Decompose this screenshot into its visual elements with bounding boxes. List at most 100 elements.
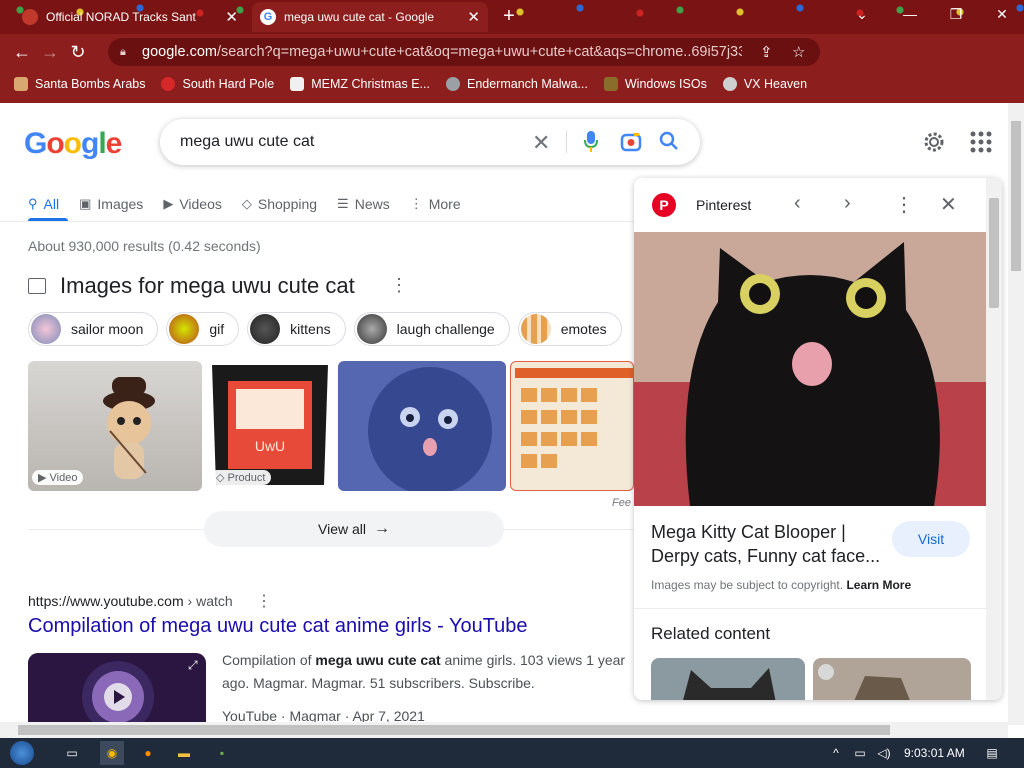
tab-all[interactable]: ⚲ All	[28, 191, 59, 217]
scroll-thumb[interactable]	[989, 198, 999, 308]
bookmark-item[interactable]: Endermanch Malwa...	[445, 77, 588, 91]
bookmark-item[interactable]: Santa Bombs Arabs	[14, 77, 145, 91]
microphone-icon[interactable]	[584, 131, 598, 158]
bookmark-item[interactable]: South Hard Pole	[161, 77, 274, 91]
image-icon	[28, 278, 46, 294]
preview-image[interactable]	[634, 232, 986, 506]
chevron-up-icon[interactable]: ^	[824, 741, 848, 765]
pinterest-icon: P	[652, 193, 676, 217]
divider	[0, 221, 634, 222]
chip-laugh-challenge[interactable]: laugh challenge	[353, 312, 510, 346]
result-title-link[interactable]: Compilation of mega uwu cute cat anime g…	[28, 615, 628, 638]
system-clock[interactable]: 9:03:01 AM	[904, 746, 965, 760]
restore-icon[interactable]: ❐	[942, 6, 970, 23]
bookmark-star-icon[interactable]: ☆	[792, 43, 805, 61]
close-window-icon[interactable]: ✕	[988, 6, 1016, 23]
tab-close-icon[interactable]: ✕	[225, 10, 238, 25]
notifications-icon[interactable]: ▤	[980, 741, 1004, 765]
preview-title-link[interactable]: Mega Kitty Cat Blooper | Derpy cats, Fun…	[651, 520, 887, 568]
task-view-icon[interactable]: ▭	[60, 741, 84, 765]
image-thumbnails: ▶ Video UwU ◇ Product	[28, 361, 634, 491]
tab-search-icon[interactable]: ⌄	[848, 6, 876, 23]
settings-gear-icon[interactable]	[922, 130, 946, 159]
tab-videos[interactable]: ▶︎ Videos	[163, 191, 222, 217]
result-cite[interactable]: https://www.youtube.com › watch	[28, 593, 628, 609]
chrome-icon[interactable]: ◉	[100, 741, 124, 765]
news-icon: ☰	[337, 196, 349, 211]
network-icon[interactable]: ▭	[848, 741, 872, 765]
vx-heaven-icon	[722, 77, 737, 91]
reload-icon[interactable]: ↻	[64, 42, 92, 63]
norad-favicon-icon	[22, 9, 38, 25]
bookmark-item[interactable]: VX Heaven	[722, 77, 807, 91]
chip-thumbnail	[520, 314, 551, 344]
bookmark-item[interactable]: MEMZ Christmas E...	[290, 77, 430, 91]
more-vert-icon[interactable]: ⋮	[256, 591, 272, 611]
share-icon[interactable]: ⇪	[760, 43, 773, 61]
raccoon-icon	[445, 77, 460, 91]
image-result[interactable]	[338, 361, 506, 491]
title-bar: Official NORAD Tracks Santa ✕ G mega uwu…	[0, 0, 1024, 34]
image-result[interactable]: ▶ Video	[28, 361, 202, 491]
chip-gif[interactable]: gif	[166, 312, 240, 346]
address-bar[interactable]: 🔒︎ google.com/search?q=mega+uwu+cute+cat…	[108, 38, 820, 66]
chip-sailor-moon[interactable]: sailor moon	[28, 312, 159, 346]
panel-source[interactable]: Pinterest	[696, 197, 751, 213]
snowflake-icon	[161, 77, 176, 91]
apps-grid-icon[interactable]	[970, 131, 992, 158]
image-result[interactable]	[510, 361, 634, 491]
page-vertical-scrollbar[interactable]	[1008, 103, 1024, 725]
tab-google-search[interactable]: G mega uwu cute cat - Google Sear ✕	[252, 2, 488, 32]
firefox-icon[interactable]: ●	[136, 741, 160, 765]
more-vert-icon[interactable]: ⋮	[390, 275, 408, 296]
clear-icon[interactable]: ✕	[532, 130, 550, 156]
panel-scrollbar[interactable]	[986, 178, 1002, 700]
new-tab-button[interactable]: +	[498, 5, 520, 28]
more-vert-icon[interactable]: ⋮	[894, 192, 914, 217]
video-thumbnail[interactable]: ⤢	[28, 653, 206, 725]
search-input[interactable]: mega uwu cute cat ✕	[160, 119, 700, 165]
tab-more[interactable]: ⋮ More	[410, 191, 461, 217]
volume-icon[interactable]: ◁)	[872, 741, 896, 765]
chip-thumbnail	[250, 314, 281, 344]
tab-news[interactable]: ☰ News	[337, 191, 390, 217]
chevron-left-icon[interactable]: ‹	[794, 192, 801, 215]
learn-more-link[interactable]: Learn More	[846, 578, 911, 592]
start-button-icon[interactable]	[10, 741, 34, 765]
tab-norad[interactable]: Official NORAD Tracks Santa ✕	[14, 2, 246, 32]
forward-icon[interactable]: →	[36, 42, 64, 63]
visit-button[interactable]: Visit	[892, 521, 970, 557]
chevron-right-icon[interactable]: ›	[844, 192, 851, 215]
page-horizontal-scrollbar[interactable]	[0, 722, 1008, 738]
chip-thumbnail	[356, 314, 387, 344]
app-icon[interactable]: ▪	[210, 741, 234, 765]
back-icon[interactable]: ←	[8, 42, 36, 63]
divider	[634, 608, 986, 609]
chip-kittens[interactable]: kittens	[247, 312, 346, 346]
scroll-thumb[interactable]	[1011, 121, 1021, 271]
chip-thumbnail	[31, 314, 61, 344]
panel-header: P Pinterest ‹ › ⋮ ✕	[634, 178, 986, 232]
search-icon[interactable]	[658, 130, 680, 157]
close-icon[interactable]: ✕	[940, 192, 957, 217]
minimize-icon[interactable]: —	[896, 6, 924, 22]
search-query-text: mega uwu cute cat	[180, 133, 315, 150]
santa-icon	[14, 77, 28, 91]
search-icon: ⚲	[28, 196, 38, 211]
file-explorer-icon[interactable]: ▬	[172, 741, 196, 765]
search-tabs: ⚲ All ▣ Images ▶︎ Videos ◇ Shopping ☰ News ⋮ M…	[28, 191, 481, 217]
view-all-button[interactable]: View all →	[204, 511, 504, 547]
camera-lens-icon[interactable]	[620, 131, 642, 158]
bookmark-item[interactable]: Windows ISOs	[603, 77, 707, 91]
tab-shopping[interactable]: ◇ Shopping	[242, 191, 317, 217]
chip-emotes[interactable]: emotes	[517, 312, 622, 346]
play-icon: ▶︎	[163, 196, 174, 211]
google-logo[interactable]: Google	[24, 127, 122, 161]
tab-close-icon[interactable]: ✕	[467, 10, 480, 25]
scroll-thumb[interactable]	[18, 725, 890, 735]
tab-images[interactable]: ▣ Images	[79, 191, 143, 217]
image-result[interactable]: UwU ◇ Product	[206, 361, 334, 491]
memz-icon	[290, 77, 305, 91]
svg-text:⤢: ⤢	[187, 658, 198, 672]
feedback-link[interactable]: Fee	[612, 497, 631, 509]
